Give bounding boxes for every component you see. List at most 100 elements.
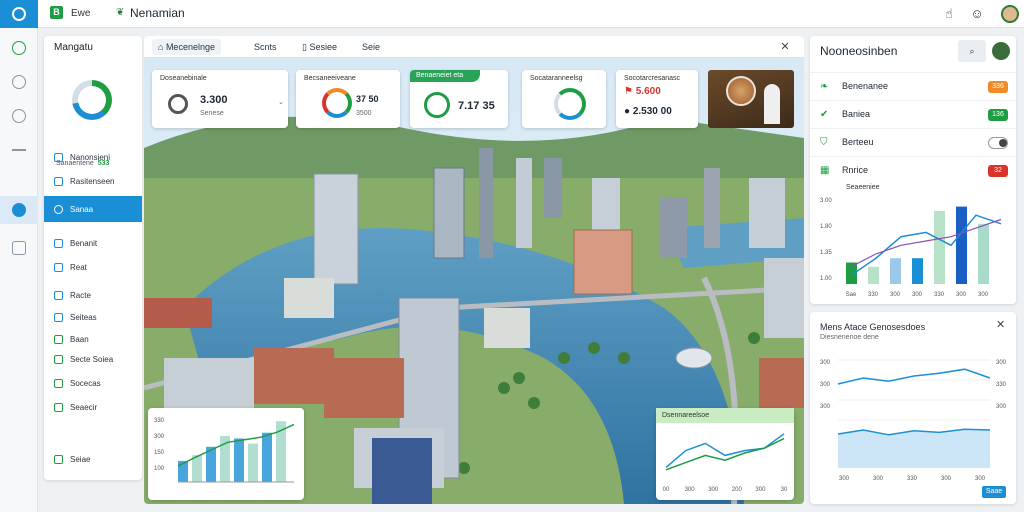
app-logo[interactable] — [0, 0, 38, 28]
avatar[interactable] — [992, 42, 1010, 60]
check-icon: ✔ — [820, 109, 829, 120]
nav-donut-chart — [72, 80, 112, 120]
nav-item[interactable]: Sanaa — [44, 196, 142, 222]
kpi-card-4[interactable]: Socataranneelsg — [522, 70, 606, 128]
tab-sesiee[interactable]: ▯ Sesiee — [296, 39, 343, 55]
thumb-icon[interactable]: ☝ — [940, 5, 958, 23]
kpi-sub: Senese — [200, 110, 224, 117]
nav-item-label: Baan — [70, 334, 89, 344]
tab-icon: ⌂ — [158, 42, 166, 52]
kpi-card-3[interactable]: Benaeneiet eta 7.17 35 — [410, 70, 508, 128]
nav-item-label: Nanonsieni — [70, 152, 111, 162]
nav-item[interactable]: Nanonsieni — [44, 146, 142, 168]
x-tick: 330 — [934, 292, 945, 298]
mini-line-chart-card[interactable]: Dsennareelsoe 00 300 300 200 300 30 — [656, 408, 794, 500]
nav-item-label: Reat — [70, 262, 87, 272]
bar — [248, 443, 258, 482]
logo-icon — [12, 7, 26, 21]
bar — [912, 258, 923, 284]
status-row-label: Benenanee — [842, 81, 889, 91]
tab-seie[interactable]: Seie — [356, 39, 386, 55]
rail-cloud[interactable] — [0, 34, 38, 62]
tab-scnts[interactable]: Scnts — [248, 39, 283, 55]
cloud-icon — [12, 41, 26, 55]
kpi-sub: 3500 — [356, 110, 372, 117]
status-row[interactable]: ✔ Baniea 136 — [810, 100, 1016, 128]
kpi-card-2[interactable]: Becsaneeiveane 37 50 3500 — [296, 70, 400, 128]
close-icon[interactable]: ✕ — [996, 318, 1005, 331]
tab-mecenelnge[interactable]: ⌂ Mecenelnge — [152, 39, 221, 55]
kpi-title: Socataranneelsg — [530, 75, 583, 82]
nav-item[interactable]: Socecas — [44, 372, 142, 394]
nav-item-icon — [54, 402, 63, 412]
nav-item[interactable]: Seaecir — [44, 396, 142, 418]
right-bar-chart: 3.00 1.80 1.35 1.00 Sae 330 300 300 330 300 300 — [820, 198, 1002, 298]
toggle-switch[interactable] — [988, 137, 1008, 149]
user-avatar[interactable] — [1001, 5, 1019, 23]
x-tick: 200 — [732, 487, 743, 493]
icon-rail — [0, 28, 38, 512]
y-tick: 330 — [154, 418, 165, 424]
kpi-card-1[interactable]: Doseanebinale 3.300 Senese ⌄ — [152, 70, 288, 128]
trend-panel: Mens Atace Genosesdoes Diesnenenoe dene … — [810, 312, 1016, 504]
status-row-label: Rnrice — [842, 165, 869, 175]
close-icon[interactable]: ✕ — [776, 38, 794, 56]
x-tick: 300 — [685, 487, 696, 493]
kpi-title: Socotarcresanasc — [624, 75, 681, 82]
nav-item-icon — [54, 238, 63, 248]
rail-dash[interactable] — [0, 136, 38, 164]
x-tick: 30 — [781, 487, 788, 493]
y-tick: 300 — [154, 434, 165, 440]
tab-bar: ⌂ Mecenelnge Scnts ▯ Sesiee Seie ✕ — [144, 36, 804, 58]
bar — [262, 432, 272, 482]
nav-item[interactable]: Rasitenseen — [44, 170, 142, 192]
chevron-down-icon[interactable]: ⌄ — [278, 98, 284, 106]
nav-item[interactable]: Baan — [44, 328, 142, 350]
nav-item[interactable]: Racte — [44, 284, 142, 306]
x-tick: 00 — [663, 487, 670, 493]
mini-bar-chart-card[interactable]: 330 300 150 100 — [148, 408, 304, 500]
nav-item-label: Socecas — [70, 378, 101, 388]
status-row[interactable]: ▦ Rnrice 32 — [810, 156, 1016, 184]
person-figure — [764, 84, 780, 124]
rail-target[interactable] — [0, 102, 38, 130]
y-tick-right: 300 — [996, 360, 1007, 366]
status-row-label: Berteeu — [842, 137, 874, 147]
status-row[interactable]: ❧ Benenanee 336 — [810, 72, 1016, 100]
nav-item-icon — [54, 334, 63, 344]
nav-item-icon — [54, 176, 63, 186]
nav-item[interactable]: Secte Soiea — [44, 348, 142, 370]
nav-item-label: Seiae — [70, 454, 91, 464]
nav-item[interactable]: Reat — [44, 256, 142, 278]
trend-button[interactable]: Saae — [982, 486, 1006, 498]
face-icon[interactable]: ☺ — [968, 5, 986, 23]
rail-home[interactable] — [0, 196, 38, 224]
series-line-top — [837, 368, 991, 385]
nav-item-icon — [54, 290, 63, 300]
x-tick: 300 — [755, 487, 766, 493]
home-icon — [12, 203, 26, 217]
status-row[interactable]: ⛉ Berteeu — [810, 128, 1016, 156]
nav-item-icon — [54, 354, 63, 364]
rail-clock[interactable] — [0, 68, 38, 96]
bar — [192, 455, 202, 482]
page-title: Nenamian — [130, 6, 185, 20]
rail-chat[interactable] — [0, 234, 38, 262]
status-badge: 336 — [988, 81, 1008, 93]
kpi-value-text: 5.600 — [635, 86, 661, 97]
nav-item[interactable]: Seiteas — [44, 306, 142, 328]
nav-item-icon — [54, 378, 63, 388]
nav-title: Mangatu — [54, 42, 93, 53]
kpi-card-5[interactable]: Socotarcresanasc ⚑ 5.600 ● 2.530 00 — [616, 70, 698, 128]
progress-ring-icon — [554, 88, 586, 120]
nav-item[interactable]: Benanit — [44, 232, 142, 254]
y-tick-right: 330 — [996, 382, 1007, 388]
nav-item-icon — [54, 204, 63, 214]
search-button[interactable]: ⌕ — [958, 40, 986, 62]
nav-item[interactable]: Seiae — [44, 448, 142, 470]
series-line-1 — [665, 433, 785, 468]
camera-thumbnail[interactable] — [708, 70, 794, 128]
series-line-2 — [665, 437, 785, 471]
x-tick: 300 — [839, 476, 850, 482]
clock-icon — [12, 75, 26, 89]
